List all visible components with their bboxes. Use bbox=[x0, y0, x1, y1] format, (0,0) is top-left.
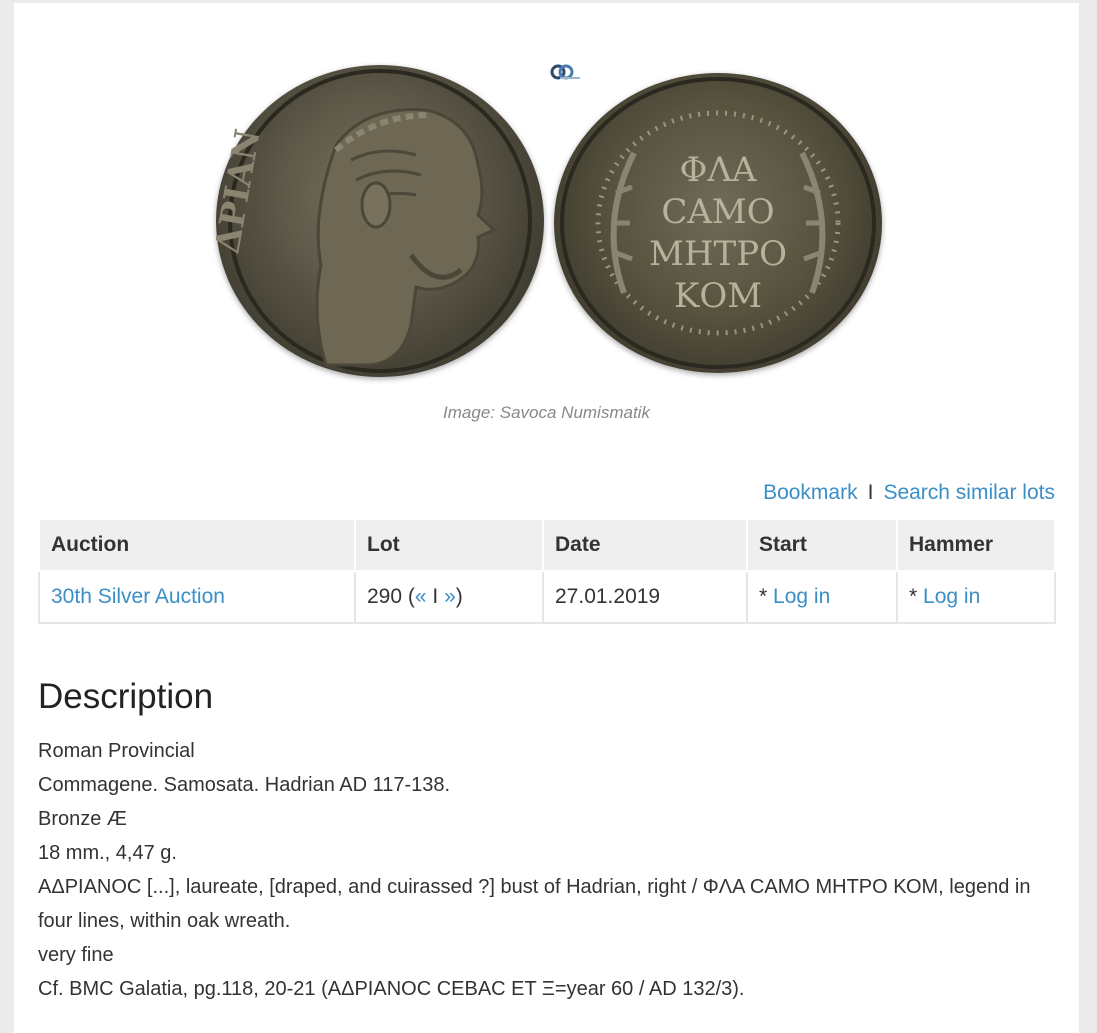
lot-number: 290 bbox=[367, 585, 403, 608]
header-lot: Lot bbox=[354, 518, 544, 572]
next-lot-link[interactable]: » bbox=[444, 585, 456, 608]
coin-image[interactable]: ΔΡΙΑΝ ΦΛΑ CAMO ΜΗΤΡΟ ΚΟΜ bbox=[214, 53, 914, 383]
description-line: Roman Provincial bbox=[38, 740, 195, 762]
cell-auction: 30th Silver Auction bbox=[38, 570, 356, 624]
cell-lot: 290 (« I ») bbox=[354, 570, 544, 624]
description-line: Bronze Æ bbox=[38, 808, 127, 830]
start-login-link[interactable]: Log in bbox=[773, 585, 830, 608]
cell-start: * Log in bbox=[746, 570, 898, 624]
obverse-legend: ΔΡΙΑΝ bbox=[216, 126, 269, 256]
header-hammer: Hammer bbox=[896, 518, 1056, 572]
lot-table: Auction Lot Date Start Hammer 30th Silve… bbox=[38, 518, 1056, 624]
bookmark-link[interactable]: Bookmark bbox=[763, 481, 858, 504]
description-title: Description bbox=[38, 677, 214, 716]
auction-link[interactable]: 30th Silver Auction bbox=[51, 585, 225, 608]
coin-obverse: ΔΡΙΑΝ bbox=[216, 65, 544, 377]
search-similar-lots-link[interactable]: Search similar lots bbox=[883, 481, 1055, 504]
reverse-legend-line-4: ΚΟΜ bbox=[674, 276, 762, 316]
watermark-logo-icon bbox=[550, 64, 580, 80]
reverse-legend-line-3: ΜΗΤΡΟ bbox=[649, 234, 787, 274]
previous-lot-link[interactable]: « bbox=[415, 585, 427, 608]
lot-card: ΔΡΙΑΝ ΦΛΑ CAMO ΜΗΤΡΟ ΚΟΜ Image: Savoca N… bbox=[14, 3, 1079, 1033]
actions-separator: I bbox=[867, 481, 874, 504]
lot-actions: Bookmark I Search similar lots bbox=[763, 481, 1055, 505]
cell-date: 27.01.2019 bbox=[542, 570, 748, 624]
lot-nav-separator: I bbox=[432, 585, 439, 608]
lot-table-header: Auction Lot Date Start Hammer bbox=[38, 518, 1056, 572]
description-line: Commagene. Samosata. Hadrian AD 117-138. bbox=[38, 774, 451, 796]
header-date: Date bbox=[542, 518, 748, 572]
cell-hammer: * Log in bbox=[896, 570, 1056, 624]
reverse-wreath: ΦΛΑ CAMO ΜΗΤΡΟ ΚΟΜ bbox=[560, 77, 876, 369]
reverse-legend-line-1: ΦΛΑ bbox=[680, 150, 757, 190]
hammer-prefix: * bbox=[909, 585, 918, 608]
hammer-login-link[interactable]: Log in bbox=[923, 585, 980, 608]
start-prefix: * bbox=[759, 585, 768, 608]
description-line: ΑΔΡΙΑΝΟC [...], laureate, [draped, and c… bbox=[38, 876, 1031, 932]
header-auction: Auction bbox=[38, 518, 356, 572]
description-line: 18 mm., 4,47 g. bbox=[38, 842, 177, 864]
table-row: 30th Silver Auction 290 (« I ») 27.01.20… bbox=[38, 570, 1056, 624]
description-line: Cf. BMC Galatia, pg.118, 20-21 (ΑΔΡΙΑΝΟC… bbox=[38, 978, 745, 1000]
description-line: very fine bbox=[38, 944, 114, 966]
reverse-legend-line-2: CAMO bbox=[661, 192, 774, 232]
header-start: Start bbox=[746, 518, 898, 572]
obverse-portrait: ΔΡΙΑΝ bbox=[216, 69, 532, 373]
coin-reverse: ΦΛΑ CAMO ΜΗΤΡΟ ΚΟΜ bbox=[554, 73, 882, 373]
image-caption: Image: Savoca Numismatik bbox=[443, 403, 650, 422]
description-body: Roman Provincial Commagene. Samosata. Ha… bbox=[38, 734, 1068, 1006]
